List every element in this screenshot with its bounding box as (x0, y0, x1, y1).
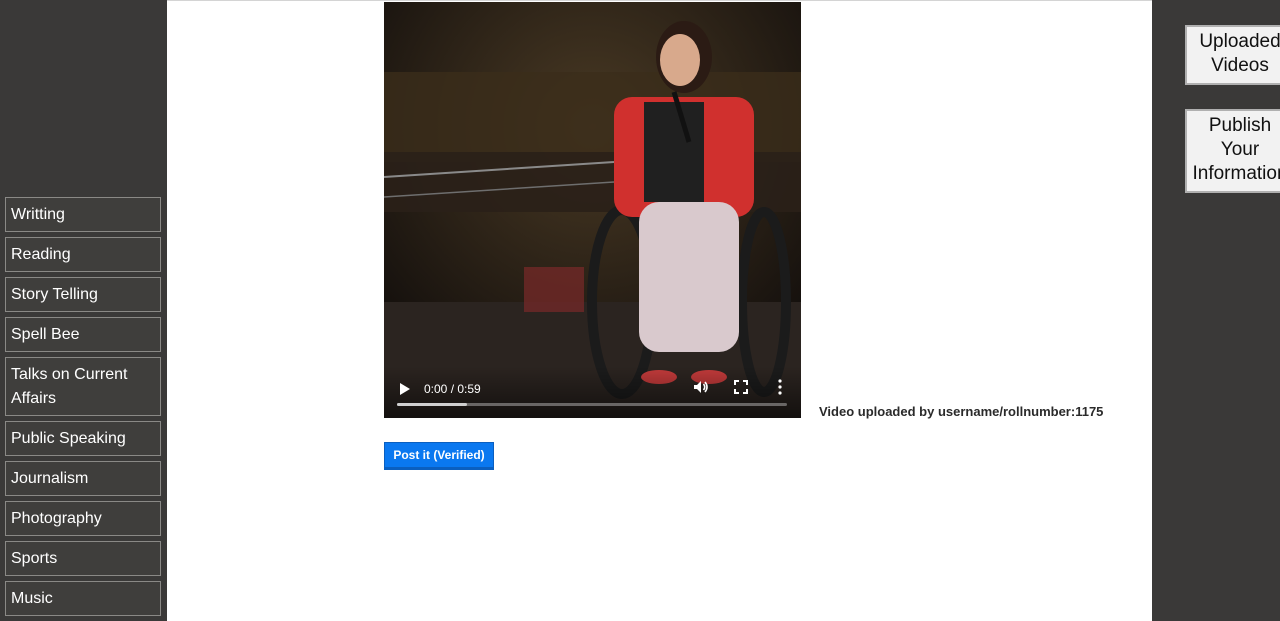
volume-icon[interactable] (693, 379, 709, 395)
sidebar-item-spell-bee[interactable]: Spell Bee (5, 317, 161, 352)
video-frame (384, 2, 801, 418)
uploaded-videos-button[interactable]: Uploaded Videos (1185, 25, 1280, 85)
play-icon[interactable] (398, 381, 412, 397)
video-time: 0:00 / 0:59 (424, 382, 481, 396)
sidebar-item-story-telling[interactable]: Story Telling (5, 277, 161, 312)
post-verified-button[interactable]: Post it (Verified) (384, 442, 494, 470)
sidebar-item-journalism[interactable]: Journalism (5, 461, 161, 496)
uploaded-by-text: Video uploaded by username/rollnumber:11… (819, 404, 1104, 419)
video-progress-bar[interactable] (397, 403, 787, 406)
video-controls: 0:00 / 0:59 (384, 366, 801, 418)
sidebar-item-public-speaking[interactable]: Public Speaking (5, 421, 161, 456)
sidebar-item-writting[interactable]: Writting (5, 197, 161, 232)
left-sidebar: Writting Reading Story Telling Spell Bee… (0, 0, 167, 621)
more-options-icon[interactable] (777, 378, 783, 396)
right-sidebar: Uploaded Videos Publish Your Information (1152, 0, 1280, 621)
main-content: 0:00 / 0:59 Video uploaded by username/r… (167, 0, 1152, 621)
sidebar-item-photography[interactable]: Photography (5, 501, 161, 536)
publish-information-button[interactable]: Publish Your Information (1185, 109, 1280, 193)
video-buffered-fill (397, 403, 468, 406)
sidebar-item-music[interactable]: Music (5, 581, 161, 616)
sidebar-item-sports[interactable]: Sports (5, 541, 161, 576)
sidebar-item-reading[interactable]: Reading (5, 237, 161, 272)
sidebar-item-talks-on-current-affairs[interactable]: Talks on Current Affairs (5, 357, 161, 416)
category-nav: Writting Reading Story Telling Spell Bee… (5, 197, 161, 621)
fullscreen-icon[interactable] (734, 380, 748, 394)
video-player[interactable]: 0:00 / 0:59 (384, 2, 801, 418)
